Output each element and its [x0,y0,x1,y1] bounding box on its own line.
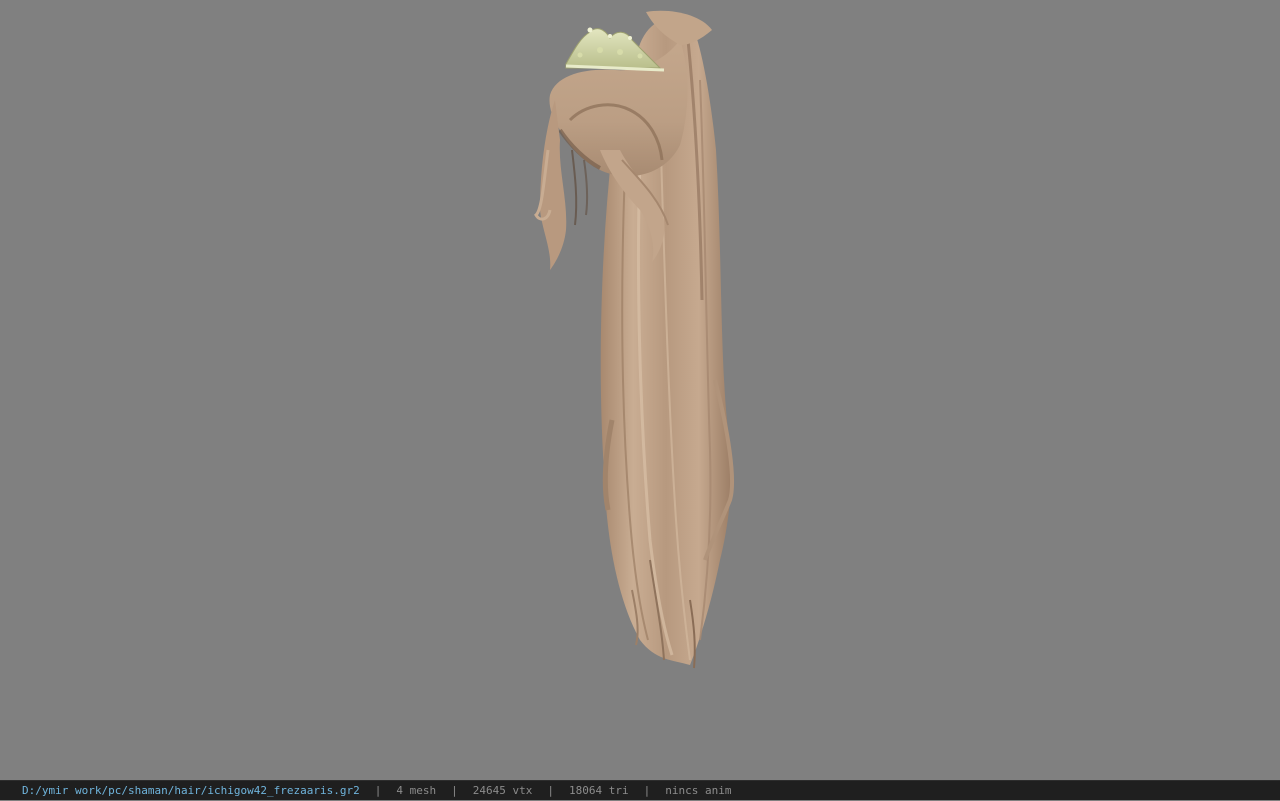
file-path: D:/ymir work/pc/shaman/hair/ichigow42_fr… [22,783,360,797]
separator: | [643,783,651,797]
anim-status: nincs anim [665,783,732,797]
separator: | [374,783,382,797]
triangle-count: 18064 tri [569,783,629,797]
status-bar: D:/ymir work/pc/shaman/hair/ichigow42_fr… [0,780,1280,800]
hair-model-render [534,10,735,669]
mesh-count: 4 mesh [396,783,437,797]
3d-viewport[interactable] [0,0,1280,780]
separator: | [547,783,554,797]
separator: | [451,783,458,797]
vertex-count: 24645 vtx [472,783,533,797]
